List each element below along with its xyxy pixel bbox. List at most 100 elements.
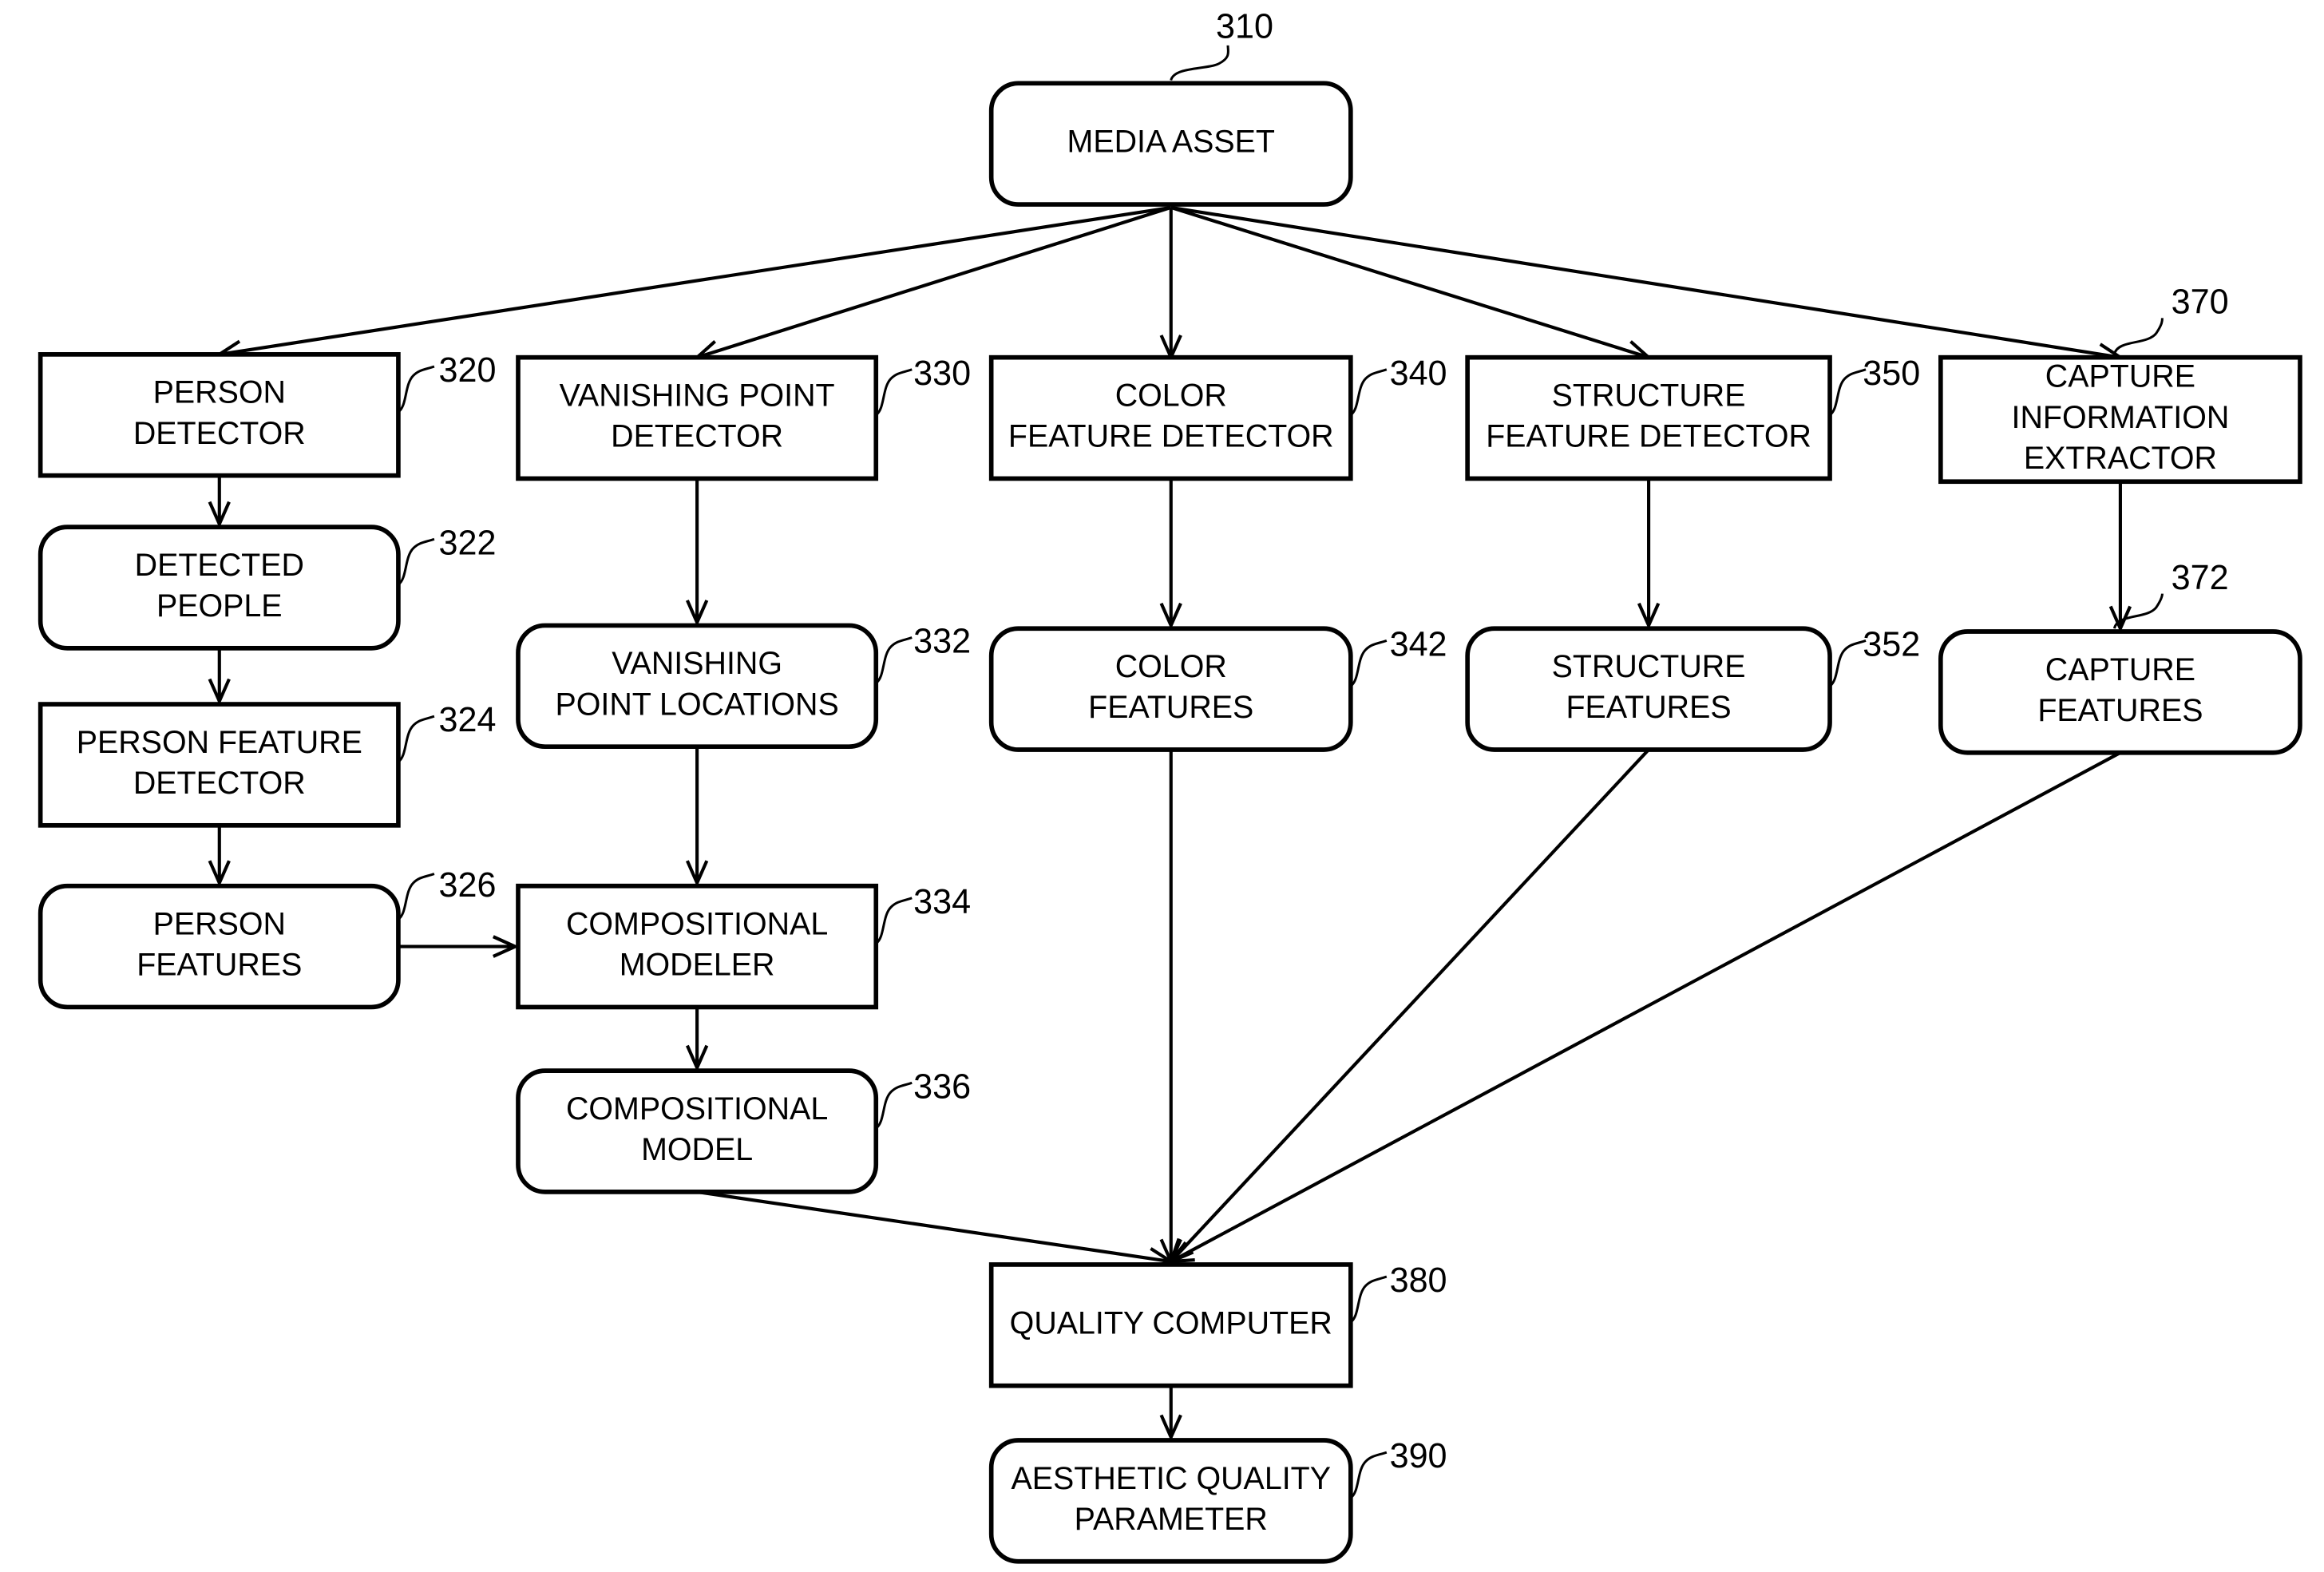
- node-label-line: MEDIA ASSET: [1067, 125, 1275, 160]
- leader-line: [875, 636, 913, 684]
- node-label-line: CAPTURE: [2045, 652, 2195, 687]
- node-label-line: PERSON FEATURE: [77, 725, 362, 760]
- node-label-line: PERSON: [153, 374, 286, 410]
- edge-line: [1170, 205, 1649, 359]
- leader-line: [1349, 639, 1388, 687]
- node-380: QUALITY COMPUTER 380: [988, 1261, 1447, 1388]
- reference-number: 340: [1390, 354, 1447, 393]
- edge-line: [696, 1190, 1172, 1264]
- arrow-334-to-336: [685, 1007, 709, 1072]
- node-label-line: VANISHING: [612, 646, 782, 681]
- reference-number: 380: [1390, 1261, 1447, 1300]
- node-label-line: MODELER: [620, 948, 775, 983]
- reference-number: 352: [1863, 625, 1920, 663]
- node-label-line: PARAMETER: [1075, 1502, 1268, 1537]
- leader-line: [1170, 45, 1229, 81]
- reference-number: 324: [439, 701, 497, 739]
- node-326: PERSON FEATURES 326: [38, 866, 497, 1010]
- arrow-352-to-380: [1168, 748, 1650, 1265]
- leader-line: [2112, 318, 2164, 355]
- node-310: MEDIA ASSET 310: [988, 7, 1353, 207]
- node-label-line: QUALITY COMPUTER: [1010, 1305, 1332, 1340]
- arrow-350-to-352: [1637, 478, 1661, 630]
- reference-number: 370: [2172, 283, 2229, 321]
- node-label-line: INFORMATION: [2012, 400, 2230, 435]
- arrow-372-to-380: [1167, 750, 2121, 1264]
- node-label-line: POINT LOCATIONS: [555, 687, 838, 722]
- leader-line: [397, 537, 435, 586]
- leader-line: [1829, 368, 1867, 417]
- reference-number: 336: [913, 1067, 971, 1106]
- node-label-line: PEOPLE: [156, 588, 283, 624]
- node-label-line: COLOR: [1115, 649, 1227, 684]
- reference-number: 372: [2172, 559, 2229, 597]
- node-label-line: FEATURES: [137, 948, 302, 983]
- node-label-line: STRUCTURE: [1552, 378, 1746, 413]
- arrow-322-to-324: [208, 647, 231, 706]
- arrow-342-to-380: [1159, 749, 1182, 1266]
- edge-line: [696, 205, 1172, 359]
- arrow-310-to-370: [1170, 205, 2124, 366]
- arrow-320-to-322: [208, 475, 231, 529]
- reference-number: 342: [1390, 625, 1447, 663]
- reference-number: 334: [913, 883, 971, 921]
- leader-line: [397, 873, 435, 921]
- node-label-line: COLOR: [1115, 378, 1227, 413]
- leader-line: [1829, 639, 1867, 687]
- node-label-line: FEATURES: [2037, 693, 2203, 728]
- reference-number: 322: [439, 524, 497, 562]
- node-label-line: FEATURES: [1566, 690, 1732, 725]
- arrow-326-to-334: [398, 935, 520, 958]
- node-label-line: COMPOSITIONAL: [566, 1091, 828, 1127]
- node-330: VANISHING POINT DETECTOR 330: [516, 354, 971, 481]
- node-320: PERSON DETECTOR 320: [38, 351, 497, 478]
- arrow-310-to-320: [215, 205, 1172, 362]
- reference-number: 320: [439, 351, 497, 390]
- node-390: AESTHETIC QUALITY PARAMETER 390: [988, 1437, 1447, 1564]
- arrow-370-to-372: [2108, 481, 2132, 633]
- node-label-line: PERSON: [153, 906, 286, 941]
- node-label-line: MODEL: [641, 1132, 753, 1167]
- node-350: STRUCTURE FEATURE DETECTOR 350: [1465, 354, 1920, 481]
- node-334: COMPOSITIONAL MODELER 334: [516, 883, 971, 1010]
- arrow-380-to-390: [1159, 1385, 1182, 1442]
- node-324: PERSON FEATURE DETECTOR 324: [38, 701, 497, 828]
- arrow-332-to-334: [685, 746, 709, 888]
- leader-line: [1349, 1275, 1388, 1324]
- arrow-324-to-326: [208, 825, 231, 888]
- edge-line: [219, 205, 1172, 356]
- node-label-line: EXTRACTOR: [2024, 441, 2217, 476]
- node-322: DETECTED PEOPLE 322: [38, 524, 497, 651]
- leader-line: [875, 368, 913, 417]
- node-label-line: DETECTOR: [133, 766, 306, 801]
- leader-line: [875, 897, 913, 945]
- node-label-line: FEATURE DETECTOR: [1008, 418, 1334, 453]
- node-label-line: FEATURE DETECTOR: [1486, 418, 1811, 453]
- node-label-line: DETECTOR: [133, 416, 306, 451]
- reference-number: 332: [913, 622, 971, 660]
- node-label-line: VANISHING POINT: [560, 378, 835, 413]
- node-352: STRUCTURE FEATURES 352: [1465, 625, 1920, 752]
- node-label-line: CAPTURE: [2045, 359, 2195, 394]
- arrow-330-to-332: [685, 478, 709, 627]
- node-336: COMPOSITIONAL MODEL 336: [516, 1067, 971, 1194]
- node-label-line: DETECTOR: [611, 418, 783, 453]
- node-label-line: AESTHETIC QUALITY: [1012, 1461, 1332, 1496]
- node-370: CAPTURE INFORMATION EXTRACTOR 370: [1938, 283, 2302, 485]
- leader-line: [1349, 1451, 1388, 1499]
- arrow-340-to-342: [1159, 478, 1182, 630]
- node-label-line: DETECTED: [135, 548, 304, 583]
- leader-line: [875, 1081, 913, 1130]
- arrow-310-to-340: [1159, 207, 1182, 362]
- flowchart-diagram: MEDIA ASSET 310 PERSON DETECTOR 320 DETECTED P…: [38, 7, 2302, 1564]
- node-332: VANISHING POINT LOCATIONS 332: [516, 622, 971, 750]
- arrow-310-to-330: [693, 205, 1172, 362]
- edge-line: [1170, 750, 2121, 1263]
- reference-number: 330: [913, 354, 971, 393]
- leader-line: [397, 715, 435, 763]
- reference-number: 350: [1863, 354, 1920, 393]
- arrow-310-to-350: [1170, 205, 1653, 362]
- node-label-line: COMPOSITIONAL: [566, 906, 828, 941]
- edge-line: [1170, 205, 2121, 359]
- node-label-line: FEATURES: [1088, 690, 1253, 725]
